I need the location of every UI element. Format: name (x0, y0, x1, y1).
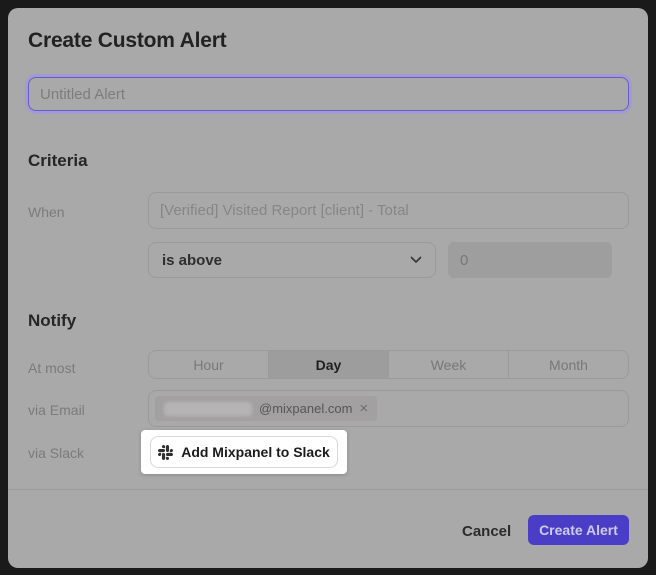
when-label: When (28, 204, 65, 220)
frequency-option-week[interactable]: Week (389, 351, 509, 378)
slack-icon (158, 445, 173, 460)
when-event-input[interactable] (148, 192, 629, 229)
via-email-label: via Email (28, 402, 85, 418)
cancel-button[interactable]: Cancel (454, 517, 519, 546)
frequency-option-month[interactable]: Month (509, 351, 628, 378)
remove-email-icon[interactable]: × (359, 401, 368, 416)
threshold-input[interactable] (448, 242, 612, 278)
criteria-heading: Criteria (28, 151, 88, 171)
condition-select[interactable]: is above (148, 242, 436, 278)
email-redacted-username (164, 402, 252, 416)
at-most-label: At most (28, 360, 75, 376)
frequency-option-hour[interactable]: Hour (149, 351, 269, 378)
condition-select-value: is above (162, 252, 222, 269)
email-chip: @mixpanel.com × (155, 396, 377, 421)
tour-spotlight-highlight: Add Mixpanel to Slack (141, 430, 347, 474)
add-mixpanel-to-slack-button[interactable]: Add Mixpanel to Slack (150, 436, 338, 468)
notify-heading: Notify (28, 311, 76, 331)
frequency-option-day[interactable]: Day (269, 351, 389, 378)
alert-name-input[interactable] (28, 77, 629, 111)
frequency-segmented-control: Hour Day Week Month (148, 350, 629, 379)
create-alert-button[interactable]: Create Alert (528, 515, 629, 545)
footer-divider (8, 489, 648, 490)
modal-title: Create Custom Alert (28, 29, 226, 53)
slack-button-label: Add Mixpanel to Slack (181, 444, 330, 460)
via-slack-label: via Slack (28, 445, 84, 461)
email-recipients-input[interactable]: @mixpanel.com × (148, 390, 629, 427)
create-custom-alert-modal: Create Custom Alert Criteria When is abo… (8, 8, 648, 568)
chevron-down-icon (410, 256, 422, 264)
email-domain-text: @mixpanel.com (259, 401, 352, 416)
